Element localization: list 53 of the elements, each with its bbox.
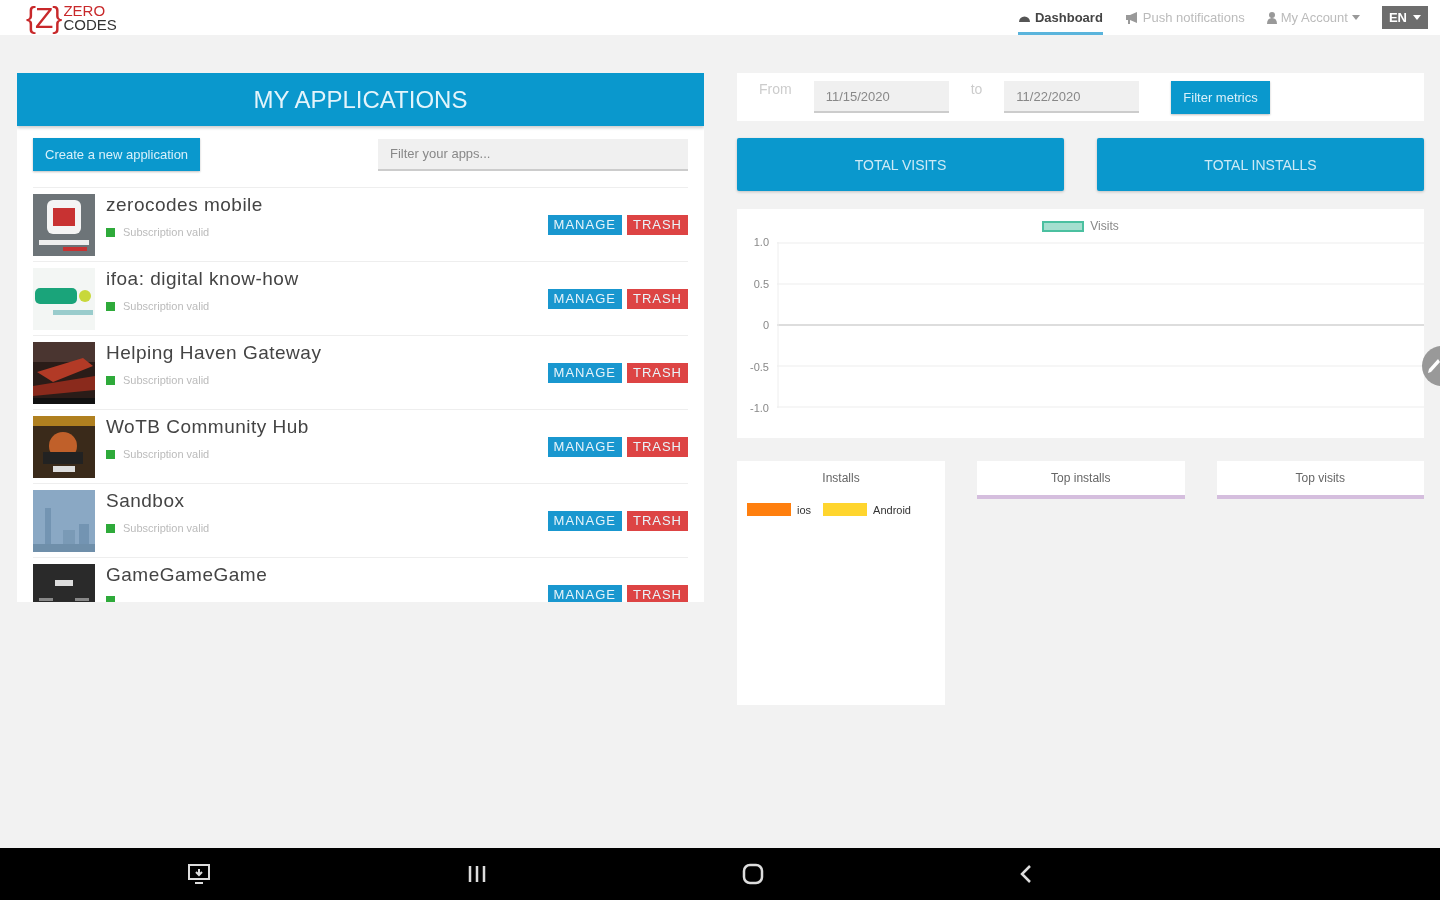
manage-button[interactable]: MANAGE	[547, 288, 622, 309]
legend-label: Android	[873, 503, 911, 516]
trash-button[interactable]: TRASH	[626, 214, 688, 235]
panel-title: Top visits	[1216, 461, 1424, 499]
app-name: Sandbox	[106, 490, 186, 512]
total-button[interactable]: TOTAL VISITS	[737, 138, 1064, 191]
manage-button[interactable]: MANAGE	[547, 214, 622, 235]
trash-button[interactable]: TRASH	[626, 510, 688, 531]
trash-button[interactable]: TRASH	[626, 288, 688, 309]
trash-button[interactable]: TRASH	[626, 436, 688, 457]
status-text: Subscription valid	[123, 226, 210, 238]
manage-button[interactable]: MANAGE	[547, 584, 622, 602]
axis-label: -0.5	[749, 360, 769, 373]
app-name: ifoa: digital know-how	[106, 268, 300, 290]
nav-tab[interactable]: Push notifications	[1124, 0, 1245, 35]
axis-label: 1.0	[752, 236, 769, 248]
status-text: Subscription valid	[123, 300, 210, 312]
user-icon	[1266, 11, 1277, 24]
trash-button[interactable]: TRASH	[626, 584, 688, 602]
home-icon[interactable]	[742, 863, 765, 885]
axis-label: 0	[761, 319, 769, 331]
create-button[interactable]: Create a new application	[33, 138, 201, 171]
trash-button[interactable]: TRASH	[626, 362, 688, 383]
date-field[interactable]: 11/22/2020	[1004, 81, 1140, 113]
axis-label: -1.0	[749, 402, 769, 414]
panel-title: Top installs	[977, 461, 1185, 499]
nav-tab[interactable]: My Account	[1266, 0, 1360, 35]
status-text: Subscription valid	[123, 522, 210, 534]
app-name: WoTB Community Hub	[106, 416, 310, 438]
card-title: Installs	[821, 470, 861, 485]
legend-label: ios	[797, 503, 812, 516]
pencil-icon	[1428, 359, 1440, 373]
manage-button[interactable]: MANAGE	[547, 362, 622, 383]
filter-button[interactable]: Filter metrics	[1171, 80, 1270, 114]
megaphone-icon	[1124, 11, 1139, 24]
axis-label: 0.5	[752, 277, 769, 290]
status-text: Subscription valid	[123, 374, 210, 386]
language-dropdown[interactable]: EN	[1381, 6, 1428, 29]
app-name: Helping Haven Gateway	[106, 342, 323, 364]
manage-button[interactable]: MANAGE	[547, 436, 622, 457]
screenshot-icon[interactable]	[187, 863, 212, 885]
manage-button[interactable]: MANAGE	[547, 510, 622, 531]
caret-icon	[1413, 15, 1421, 20]
legend-label: Visits	[1090, 219, 1119, 233]
date-field[interactable]: 11/15/2020	[813, 81, 949, 113]
total-button[interactable]: TOTAL INSTALLS	[1097, 138, 1424, 191]
nav-tab[interactable]: Dashboard	[1017, 0, 1103, 35]
app-name: GameGameGame	[106, 564, 269, 586]
status-text: Subscription valid	[123, 448, 210, 460]
app-name: zerocodes mobile	[106, 194, 264, 216]
filter-field[interactable]: Filter your apps...	[378, 138, 688, 171]
back-icon[interactable]	[1018, 864, 1033, 884]
panel-title: MY APPLICATIONS	[17, 73, 704, 126]
